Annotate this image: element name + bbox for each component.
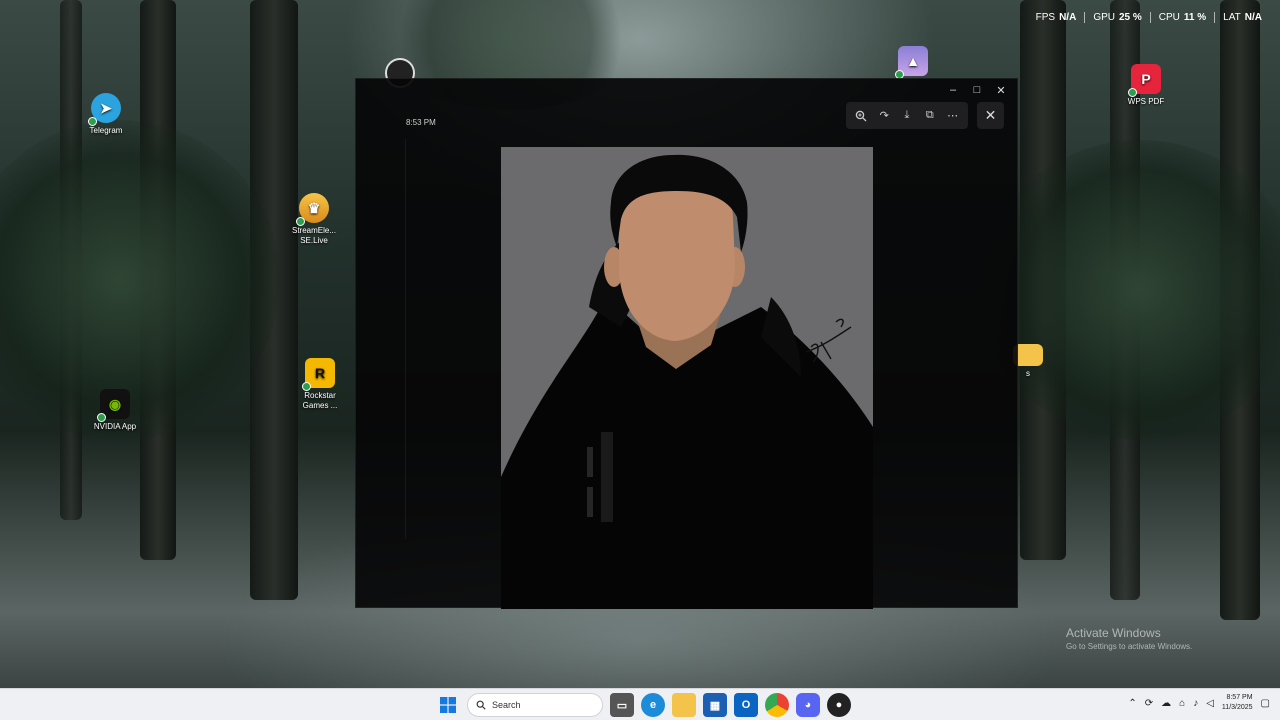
windows-start-icon[interactable] xyxy=(436,693,460,717)
maximize-icon[interactable]: □ xyxy=(965,81,989,99)
rotate-icon[interactable]: ↷ xyxy=(874,106,894,126)
photos-icon: ▲ xyxy=(895,46,928,79)
desktop-icon-rockstar[interactable]: R Rockstar Games ... xyxy=(288,358,352,411)
clock-date: 11/3/2025 xyxy=(1221,704,1253,711)
window-controls: – □ ✕ xyxy=(941,81,1013,99)
face-shape xyxy=(619,178,735,341)
volume-icon[interactable]: ◁ xyxy=(1206,698,1214,709)
viewer-toolbar: ↷ ⤓ ⧉ ⋯ xyxy=(846,102,968,129)
desktop-icon-label: Games ... xyxy=(302,401,338,410)
chrome-icon[interactable] xyxy=(765,693,789,717)
activation-watermark: Activate Windows Go to Settings to activ… xyxy=(1066,626,1192,651)
cpu-stat: CPU 11 % xyxy=(1149,12,1214,23)
performance-overlay: FPS N/A GPU 25 % CPU 11 % LAT N/A xyxy=(1028,12,1270,23)
telegram-icon: ➤ xyxy=(88,93,121,126)
cloud-icon[interactable]: ☁ xyxy=(1161,698,1171,709)
desktop-icon-label: Rockstar xyxy=(304,391,336,400)
image-viewer-window: – □ ✕ 8:53 PM ↷ ⤓ ⧉ ⋯ ✕ xyxy=(355,78,1018,609)
window-close-icon[interactable]: ✕ xyxy=(989,81,1013,99)
microphone-icon[interactable]: ♪ xyxy=(1193,698,1198,709)
clock[interactable]: 8:57 PM 11/3/2025 xyxy=(1222,693,1253,713)
desktop-icon-photos[interactable]: ▲ xyxy=(881,46,945,79)
watermark-title: Activate Windows xyxy=(1066,626,1161,640)
desktop-icon-label: Telegram xyxy=(89,126,123,135)
store-icon[interactable]: ▦ xyxy=(703,693,727,717)
portrait-artwork[interactable] xyxy=(501,147,873,609)
system-tray: ⌃ ⟳ ☁ ⌂ ♪ ◁ 8:57 PM 11/3/2025 ▢ xyxy=(1128,693,1270,713)
zoom-in-icon[interactable] xyxy=(851,106,871,126)
desktop-icon-telegram[interactable]: ➤ Telegram xyxy=(74,93,138,136)
gpu-stat: GPU 25 % xyxy=(1084,12,1149,23)
lat-stat: LAT N/A xyxy=(1214,12,1270,23)
download-icon[interactable]: ⤓ xyxy=(897,106,917,126)
desktop-icon-label: SE.Live xyxy=(300,236,328,245)
sync-icon[interactable]: ⟳ xyxy=(1145,698,1153,709)
close-icon: ✕ xyxy=(984,107,997,123)
taskbar-apps: Search ▭ e ▦ O ◕ ● xyxy=(436,693,851,717)
edge-icon[interactable]: e xyxy=(641,693,665,717)
obs-taskbar-icon[interactable]: ● xyxy=(827,693,851,717)
network-icon[interactable]: ⌂ xyxy=(1179,698,1185,709)
message-timestamp: 8:53 PM xyxy=(406,118,436,127)
taskbar-search[interactable]: Search xyxy=(467,693,603,717)
desktop-icon-label: WPS PDF xyxy=(1127,97,1165,106)
desktop-icon-wps-pdf[interactable]: P WPS PDF xyxy=(1114,64,1178,107)
minimize-icon[interactable]: – xyxy=(941,81,965,99)
ghost-server-rail xyxy=(376,139,406,539)
task-view-icon[interactable]: ▭ xyxy=(610,693,634,717)
desktop-icon-label: NVIDIA App xyxy=(93,422,137,431)
open-external-icon[interactable]: ⧉ xyxy=(920,106,940,126)
more-icon[interactable]: ⋯ xyxy=(943,106,963,126)
viewer-close-button[interactable]: ✕ xyxy=(977,102,1004,129)
desktop-icon-label: StreamEle... xyxy=(291,226,336,235)
outlook-icon[interactable]: O xyxy=(734,693,758,717)
discord-icon[interactable]: ◕ xyxy=(796,693,820,717)
search-placeholder: Search xyxy=(492,700,521,710)
search-icon xyxy=(476,700,486,710)
streamelements-icon: ♛ xyxy=(296,193,329,226)
file-explorer-icon[interactable] xyxy=(672,693,696,717)
notification-icon[interactable]: ▢ xyxy=(1261,698,1270,709)
chevron-up-icon[interactable]: ⌃ xyxy=(1128,698,1136,709)
fps-stat: FPS N/A xyxy=(1035,12,1077,23)
clock-time: 8:57 PM xyxy=(1226,694,1253,701)
taskbar: Search ▭ e ▦ O ◕ ● ⌃ ⟳ ☁ ⌂ ♪ ◁ 8:57 PM 1… xyxy=(0,688,1280,720)
wps-pdf-icon: P xyxy=(1128,64,1161,97)
desktop-icon-nvidia[interactable]: ◉ NVIDIA App xyxy=(83,389,147,432)
desktop-icon-streamelements[interactable]: ♛ StreamEle... SE.Live xyxy=(282,193,346,246)
ghost-member-list xyxy=(876,159,996,539)
watermark-subtitle: Go to Settings to activate Windows. xyxy=(1066,642,1193,651)
nvidia-icon: ◉ xyxy=(97,389,130,422)
rockstar-icon: R xyxy=(302,358,335,391)
